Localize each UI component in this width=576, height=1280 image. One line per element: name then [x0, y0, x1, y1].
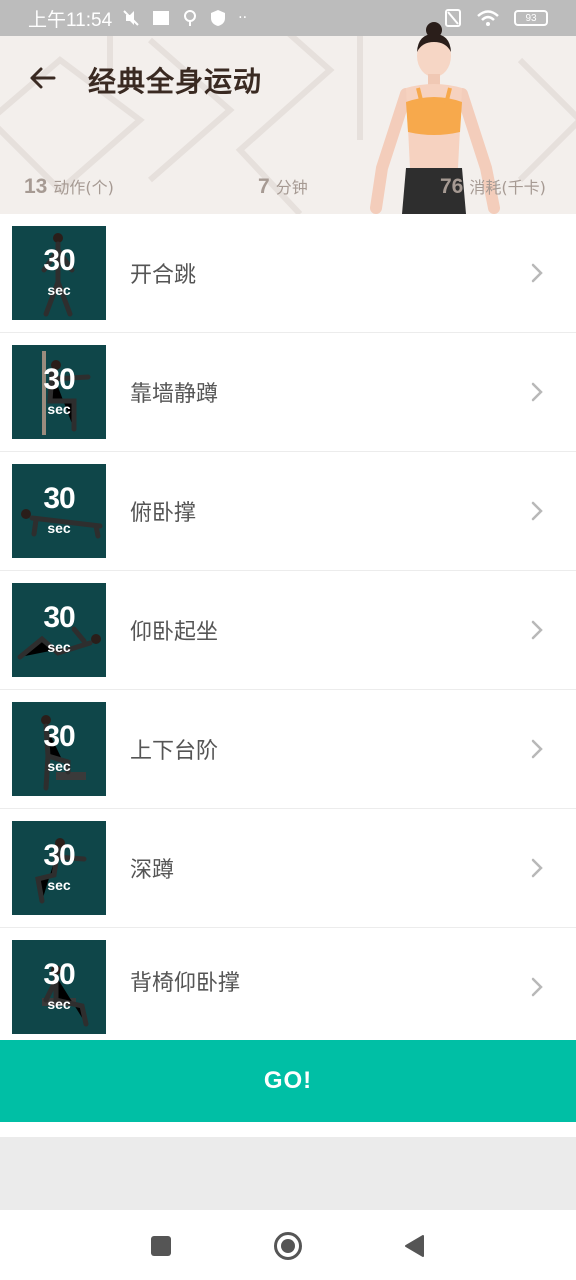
page-title: 经典全身运动	[88, 65, 263, 98]
exercise-thumbnail: 30 sec	[12, 702, 106, 796]
duration-unit: sec	[47, 282, 71, 298]
exercise-thumbnail: 30 sec	[12, 345, 106, 439]
duration-unit: sec	[47, 877, 71, 893]
chevron-right-icon	[531, 263, 543, 283]
nav-home-button[interactable]	[272, 1230, 304, 1262]
duration-value: 30	[43, 839, 75, 872]
exercise-name: 俯卧撑	[130, 501, 197, 526]
exercise-name: 背椅仰卧撑	[130, 971, 241, 996]
mute-icon	[123, 10, 139, 26]
system-navigation-bar	[0, 1210, 576, 1280]
duration-unit: sec	[47, 996, 71, 1012]
image-icon	[153, 11, 170, 25]
duration-value: 30	[43, 601, 75, 634]
chevron-right-icon	[531, 382, 543, 402]
duration-unit: sec	[47, 401, 71, 417]
exercise-thumbnail: 30 sec	[12, 464, 106, 558]
exercise-thumbnail: 30 sec	[12, 821, 106, 915]
duration-unit: sec	[47, 520, 71, 536]
chevron-right-icon	[531, 620, 543, 640]
workout-stats: 13 动作(个) 7 分钟 76 消耗(千卡)	[0, 174, 576, 204]
arrow-left-icon	[30, 67, 56, 89]
exercise-row[interactable]: 30 sec 深蹲	[0, 809, 576, 928]
more-dots-icon: ··	[238, 10, 248, 26]
bottom-spacer	[0, 1137, 576, 1210]
duration-value: 30	[43, 363, 75, 396]
location-icon	[184, 10, 197, 26]
exercise-list: 30 sec 开合跳 30 sec 靠墙静蹲 30 sec 俯卧撑 30 sec…	[0, 214, 576, 1034]
nav-back-button[interactable]	[398, 1230, 430, 1262]
duration-value: 30	[43, 482, 75, 515]
exercise-row[interactable]: 30 sec 俯卧撑	[0, 452, 576, 571]
stat-duration: 7 分钟	[258, 175, 308, 198]
exercise-name: 上下台阶	[130, 739, 219, 764]
go-button[interactable]: GO!	[0, 1040, 576, 1122]
workout-header: 上午11:54 ·· 93 经典全身运动 13 动作(个) 7 分钟 76 消耗…	[0, 0, 576, 214]
square-icon	[151, 1236, 171, 1256]
chevron-right-icon	[531, 977, 543, 997]
stat-calories: 76 消耗(千卡)	[440, 175, 546, 198]
duration-value: 30	[43, 720, 75, 753]
exercise-row[interactable]: 30 sec 靠墙静蹲	[0, 333, 576, 452]
status-time: 上午11:54	[28, 9, 113, 31]
shield-icon	[211, 10, 226, 26]
chevron-right-icon	[531, 858, 543, 878]
exercise-row[interactable]: 30 sec 仰卧起坐	[0, 571, 576, 690]
circle-icon	[274, 1232, 302, 1260]
exercise-thumbnail: 30 sec	[12, 226, 106, 320]
nav-recent-button[interactable]	[145, 1230, 177, 1262]
back-button[interactable]	[22, 58, 62, 98]
exercise-row[interactable]: 30 sec 背椅仰卧撑	[0, 928, 576, 1034]
duration-unit: sec	[47, 639, 71, 655]
exercise-name: 开合跳	[130, 263, 197, 288]
stat-actions: 13 动作(个)	[24, 175, 114, 198]
duration-value: 30	[43, 244, 75, 277]
chevron-right-icon	[531, 739, 543, 759]
exercise-row[interactable]: 30 sec 上下台阶	[0, 690, 576, 809]
duration-value: 30	[43, 958, 75, 991]
exercise-row[interactable]: 30 sec 开合跳	[0, 214, 576, 333]
exercise-name: 靠墙静蹲	[130, 382, 219, 407]
exercise-name: 仰卧起坐	[130, 620, 219, 645]
exercise-thumbnail: 30 sec	[12, 940, 106, 1034]
exercise-name: 深蹲	[130, 858, 175, 883]
triangle-left-icon	[405, 1235, 424, 1257]
duration-unit: sec	[47, 758, 71, 774]
chevron-right-icon	[531, 501, 543, 521]
exercise-thumbnail: 30 sec	[12, 583, 106, 677]
